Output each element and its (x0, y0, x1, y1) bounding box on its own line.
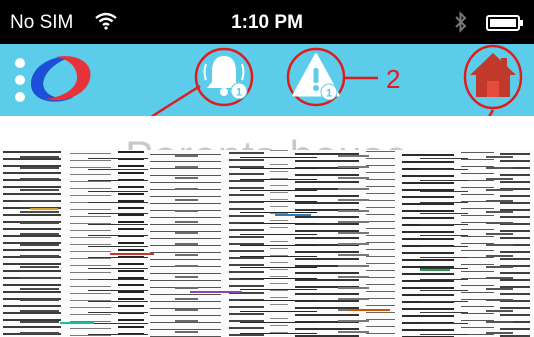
callout-2: 2 (386, 64, 401, 94)
content-area: Parents house (0, 116, 534, 337)
garbled-content (0, 150, 534, 337)
